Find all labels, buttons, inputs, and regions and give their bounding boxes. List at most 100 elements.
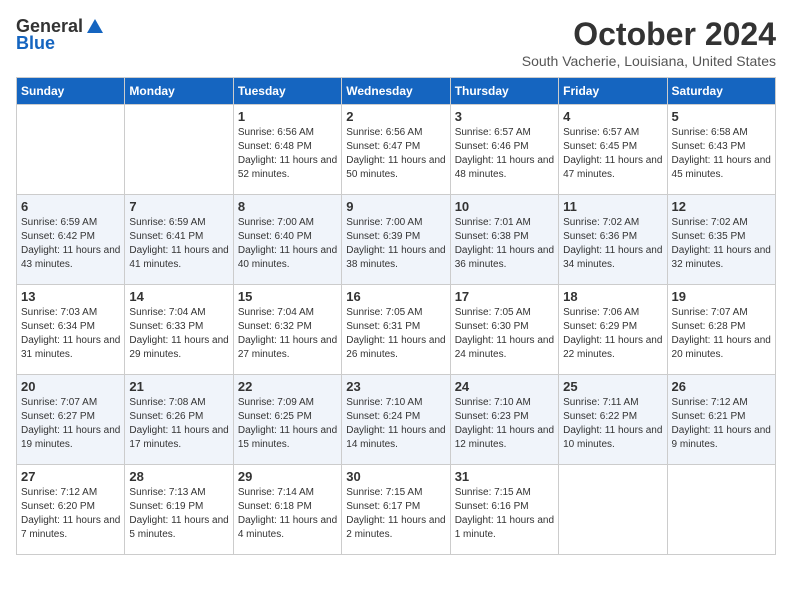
table-row bbox=[559, 465, 667, 555]
table-row: 14 Sunrise: 7:04 AM Sunset: 6:33 PM Dayl… bbox=[125, 285, 233, 375]
day-info: Sunrise: 7:06 AM Sunset: 6:29 PM Dayligh… bbox=[563, 306, 662, 362]
table-row: 25 Sunrise: 7:11 AM Sunset: 6:22 PM Dayl… bbox=[559, 375, 667, 465]
table-row: 9 Sunrise: 7:00 AM Sunset: 6:39 PM Dayli… bbox=[342, 195, 450, 285]
table-row: 16 Sunrise: 7:05 AM Sunset: 6:31 PM Dayl… bbox=[342, 285, 450, 375]
day-number: 20 bbox=[21, 379, 120, 394]
calendar-row: 27 Sunrise: 7:12 AM Sunset: 6:20 PM Dayl… bbox=[17, 465, 776, 555]
day-info: Sunrise: 7:09 AM Sunset: 6:25 PM Dayligh… bbox=[238, 396, 337, 452]
calendar-row: 13 Sunrise: 7:03 AM Sunset: 6:34 PM Dayl… bbox=[17, 285, 776, 375]
location: South Vacherie, Louisiana, United States bbox=[522, 53, 776, 69]
day-number: 7 bbox=[129, 199, 228, 214]
day-info: Sunrise: 7:04 AM Sunset: 6:32 PM Dayligh… bbox=[238, 306, 337, 362]
day-info: Sunrise: 7:14 AM Sunset: 6:18 PM Dayligh… bbox=[238, 486, 337, 542]
table-row: 4 Sunrise: 6:57 AM Sunset: 6:45 PM Dayli… bbox=[559, 105, 667, 195]
table-row: 17 Sunrise: 7:05 AM Sunset: 6:30 PM Dayl… bbox=[450, 285, 558, 375]
day-number: 16 bbox=[346, 289, 445, 304]
day-info: Sunrise: 7:04 AM Sunset: 6:33 PM Dayligh… bbox=[129, 306, 228, 362]
col-monday: Monday bbox=[125, 78, 233, 105]
day-number: 13 bbox=[21, 289, 120, 304]
day-number: 18 bbox=[563, 289, 662, 304]
day-info: Sunrise: 7:12 AM Sunset: 6:20 PM Dayligh… bbox=[21, 486, 120, 542]
day-number: 21 bbox=[129, 379, 228, 394]
col-sunday: Sunday bbox=[17, 78, 125, 105]
table-row: 6 Sunrise: 6:59 AM Sunset: 6:42 PM Dayli… bbox=[17, 195, 125, 285]
day-info: Sunrise: 7:01 AM Sunset: 6:38 PM Dayligh… bbox=[455, 216, 554, 272]
table-row: 3 Sunrise: 6:57 AM Sunset: 6:46 PM Dayli… bbox=[450, 105, 558, 195]
day-number: 27 bbox=[21, 469, 120, 484]
day-number: 4 bbox=[563, 109, 662, 124]
table-row: 1 Sunrise: 6:56 AM Sunset: 6:48 PM Dayli… bbox=[233, 105, 341, 195]
table-row bbox=[125, 105, 233, 195]
table-row: 28 Sunrise: 7:13 AM Sunset: 6:19 PM Dayl… bbox=[125, 465, 233, 555]
calendar: Sunday Monday Tuesday Wednesday Thursday… bbox=[16, 77, 776, 555]
day-number: 12 bbox=[672, 199, 771, 214]
calendar-row: 1 Sunrise: 6:56 AM Sunset: 6:48 PM Dayli… bbox=[17, 105, 776, 195]
table-row: 12 Sunrise: 7:02 AM Sunset: 6:35 PM Dayl… bbox=[667, 195, 775, 285]
logo-icon bbox=[85, 17, 105, 37]
table-row: 19 Sunrise: 7:07 AM Sunset: 6:28 PM Dayl… bbox=[667, 285, 775, 375]
col-saturday: Saturday bbox=[667, 78, 775, 105]
table-row: 10 Sunrise: 7:01 AM Sunset: 6:38 PM Dayl… bbox=[450, 195, 558, 285]
day-number: 26 bbox=[672, 379, 771, 394]
day-number: 1 bbox=[238, 109, 337, 124]
calendar-row: 20 Sunrise: 7:07 AM Sunset: 6:27 PM Dayl… bbox=[17, 375, 776, 465]
col-tuesday: Tuesday bbox=[233, 78, 341, 105]
table-row bbox=[17, 105, 125, 195]
day-number: 14 bbox=[129, 289, 228, 304]
day-number: 6 bbox=[21, 199, 120, 214]
day-info: Sunrise: 7:00 AM Sunset: 6:39 PM Dayligh… bbox=[346, 216, 445, 272]
day-info: Sunrise: 6:56 AM Sunset: 6:47 PM Dayligh… bbox=[346, 126, 445, 182]
table-row: 11 Sunrise: 7:02 AM Sunset: 6:36 PM Dayl… bbox=[559, 195, 667, 285]
calendar-row: 6 Sunrise: 6:59 AM Sunset: 6:42 PM Dayli… bbox=[17, 195, 776, 285]
day-info: Sunrise: 7:00 AM Sunset: 6:40 PM Dayligh… bbox=[238, 216, 337, 272]
day-number: 15 bbox=[238, 289, 337, 304]
day-info: Sunrise: 6:57 AM Sunset: 6:45 PM Dayligh… bbox=[563, 126, 662, 182]
table-row: 15 Sunrise: 7:04 AM Sunset: 6:32 PM Dayl… bbox=[233, 285, 341, 375]
day-info: Sunrise: 7:02 AM Sunset: 6:35 PM Dayligh… bbox=[672, 216, 771, 272]
table-row: 20 Sunrise: 7:07 AM Sunset: 6:27 PM Dayl… bbox=[17, 375, 125, 465]
day-number: 10 bbox=[455, 199, 554, 214]
day-info: Sunrise: 7:11 AM Sunset: 6:22 PM Dayligh… bbox=[563, 396, 662, 452]
day-number: 2 bbox=[346, 109, 445, 124]
day-number: 29 bbox=[238, 469, 337, 484]
logo-blue: Blue bbox=[16, 33, 55, 54]
day-info: Sunrise: 6:58 AM Sunset: 6:43 PM Dayligh… bbox=[672, 126, 771, 182]
table-row: 18 Sunrise: 7:06 AM Sunset: 6:29 PM Dayl… bbox=[559, 285, 667, 375]
table-row: 22 Sunrise: 7:09 AM Sunset: 6:25 PM Dayl… bbox=[233, 375, 341, 465]
col-wednesday: Wednesday bbox=[342, 78, 450, 105]
day-info: Sunrise: 7:15 AM Sunset: 6:17 PM Dayligh… bbox=[346, 486, 445, 542]
header: General Blue October 2024 South Vacherie… bbox=[16, 16, 776, 69]
table-row: 8 Sunrise: 7:00 AM Sunset: 6:40 PM Dayli… bbox=[233, 195, 341, 285]
day-info: Sunrise: 7:10 AM Sunset: 6:24 PM Dayligh… bbox=[346, 396, 445, 452]
day-info: Sunrise: 7:12 AM Sunset: 6:21 PM Dayligh… bbox=[672, 396, 771, 452]
table-row: 24 Sunrise: 7:10 AM Sunset: 6:23 PM Dayl… bbox=[450, 375, 558, 465]
table-row: 13 Sunrise: 7:03 AM Sunset: 6:34 PM Dayl… bbox=[17, 285, 125, 375]
day-number: 8 bbox=[238, 199, 337, 214]
day-number: 31 bbox=[455, 469, 554, 484]
day-number: 11 bbox=[563, 199, 662, 214]
day-number: 30 bbox=[346, 469, 445, 484]
day-number: 24 bbox=[455, 379, 554, 394]
day-info: Sunrise: 7:07 AM Sunset: 6:28 PM Dayligh… bbox=[672, 306, 771, 362]
table-row: 5 Sunrise: 6:58 AM Sunset: 6:43 PM Dayli… bbox=[667, 105, 775, 195]
day-info: Sunrise: 6:56 AM Sunset: 6:48 PM Dayligh… bbox=[238, 126, 337, 182]
day-info: Sunrise: 7:05 AM Sunset: 6:30 PM Dayligh… bbox=[455, 306, 554, 362]
table-row: 31 Sunrise: 7:15 AM Sunset: 6:16 PM Dayl… bbox=[450, 465, 558, 555]
month-title: October 2024 bbox=[522, 16, 776, 53]
table-row bbox=[667, 465, 775, 555]
day-number: 3 bbox=[455, 109, 554, 124]
col-friday: Friday bbox=[559, 78, 667, 105]
day-number: 25 bbox=[563, 379, 662, 394]
calendar-header-row: Sunday Monday Tuesday Wednesday Thursday… bbox=[17, 78, 776, 105]
day-number: 9 bbox=[346, 199, 445, 214]
logo: General Blue bbox=[16, 16, 105, 54]
day-info: Sunrise: 7:08 AM Sunset: 6:26 PM Dayligh… bbox=[129, 396, 228, 452]
table-row: 29 Sunrise: 7:14 AM Sunset: 6:18 PM Dayl… bbox=[233, 465, 341, 555]
day-info: Sunrise: 7:02 AM Sunset: 6:36 PM Dayligh… bbox=[563, 216, 662, 272]
day-info: Sunrise: 7:07 AM Sunset: 6:27 PM Dayligh… bbox=[21, 396, 120, 452]
table-row: 23 Sunrise: 7:10 AM Sunset: 6:24 PM Dayl… bbox=[342, 375, 450, 465]
table-row: 2 Sunrise: 6:56 AM Sunset: 6:47 PM Dayli… bbox=[342, 105, 450, 195]
day-number: 19 bbox=[672, 289, 771, 304]
day-number: 22 bbox=[238, 379, 337, 394]
day-number: 17 bbox=[455, 289, 554, 304]
